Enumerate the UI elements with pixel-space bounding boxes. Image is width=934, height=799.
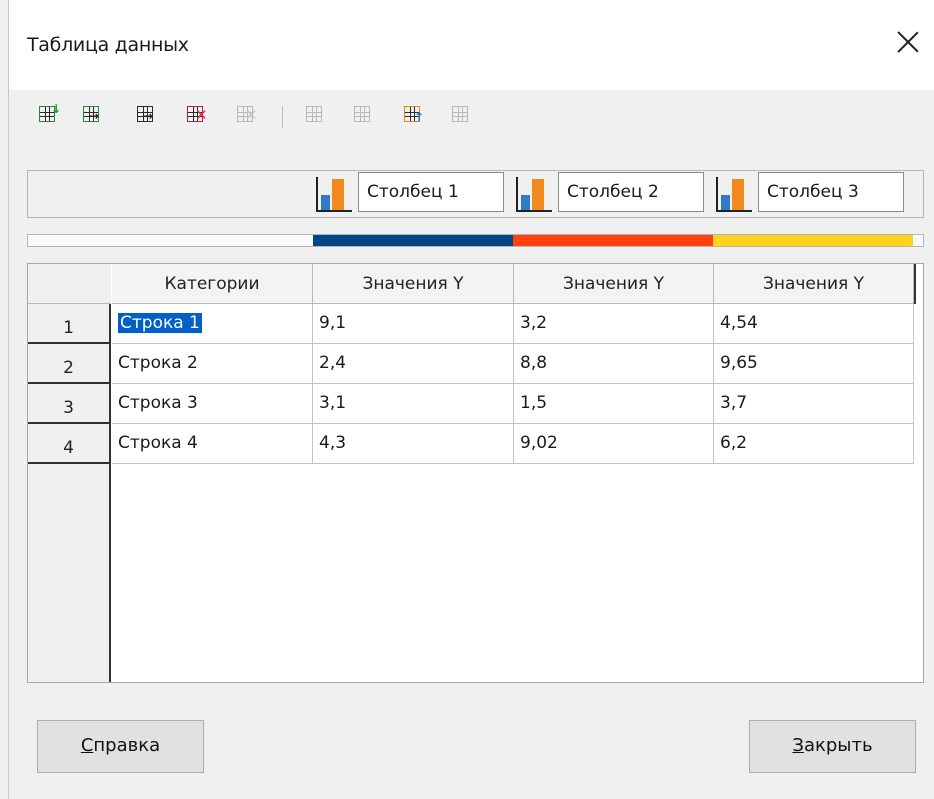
table-cell-value[interactable]: 4,54: [714, 304, 914, 344]
help-label: правка: [93, 735, 161, 756]
series-header-2: Столбец 2: [513, 171, 711, 217]
column-header-categories: Категории: [112, 264, 313, 304]
table-cell-value[interactable]: 9,1: [313, 304, 514, 344]
table-cell-value[interactable]: 3,7: [714, 384, 914, 424]
table-cell-value[interactable]: 8,8: [514, 344, 714, 384]
header-end-divider: [914, 264, 916, 304]
table-cell-value[interactable]: 6,2: [714, 424, 914, 464]
table-cell-value[interactable]: 3,1: [313, 384, 514, 424]
table-corner: [28, 264, 111, 304]
row-number: 2: [28, 344, 109, 384]
delete-series-icon[interactable]: ✕: [235, 103, 261, 129]
close-button[interactable]: Закрыть: [749, 720, 916, 773]
move-series-left-icon[interactable]: [450, 103, 476, 129]
title-bar: Таблица данных: [9, 0, 934, 90]
table-cell-value[interactable]: 3,2: [514, 304, 714, 344]
move-series-right-icon[interactable]: ↑: [402, 103, 428, 129]
dialog-title: Таблица данных: [27, 34, 189, 56]
insert-row-icon[interactable]: ↓: [37, 103, 63, 129]
table-cell-category[interactable]: Строка 3: [112, 384, 313, 424]
series-header-1: Столбец 1: [313, 171, 511, 217]
table-cell-category[interactable]: Строка 2: [112, 344, 313, 384]
row-number: 4: [28, 424, 109, 464]
column-header-y2: Значения Y: [514, 264, 714, 304]
close-label: акрыть: [803, 735, 873, 756]
table-cell-value[interactable]: 1,5: [514, 384, 714, 424]
series-name-input[interactable]: Столбец 1: [358, 172, 504, 212]
table-cell-category[interactable]: Строка 1: [112, 304, 313, 344]
column-header-y1: Значения Y: [313, 264, 514, 304]
row-number: 1: [28, 304, 109, 344]
series-name-input[interactable]: Столбец 3: [758, 172, 904, 212]
bar-chart-icon[interactable]: [513, 173, 555, 215]
help-button[interactable]: Справка: [37, 720, 204, 773]
window-left-edge: [0, 0, 9, 799]
data-table: Категории Значения Y Значения Y Значения…: [27, 263, 924, 683]
table-cell-value[interactable]: 9,65: [714, 344, 914, 384]
close-mnemonic: З: [792, 735, 804, 756]
insert-text-column-icon[interactable]: →: [135, 103, 161, 129]
table-cell-category[interactable]: Строка 4: [112, 424, 313, 464]
selected-cell-text: Строка 1: [118, 313, 202, 333]
series-color-bar-1: [313, 235, 513, 246]
column-header-y3: Значения Y: [714, 264, 914, 304]
bar-chart-icon[interactable]: [713, 173, 755, 215]
table-cell-value[interactable]: 9,02: [514, 424, 714, 464]
close-icon[interactable]: [896, 30, 920, 54]
table-cell-value[interactable]: 4,3: [313, 424, 514, 464]
table-cell-value[interactable]: 2,4: [313, 344, 514, 384]
insert-series-icon[interactable]: →: [81, 103, 107, 129]
help-mnemonic: С: [80, 735, 94, 756]
row-number: 3: [28, 384, 109, 424]
series-name-input[interactable]: Столбец 2: [558, 172, 704, 212]
toolbar-separator: [282, 106, 283, 128]
series-color-bar-3: [713, 235, 913, 246]
move-row-up-icon[interactable]: [352, 103, 378, 129]
move-row-down-icon[interactable]: [304, 103, 330, 129]
series-color-bar-2: [513, 235, 713, 246]
series-header-3: Столбец 3: [713, 171, 911, 217]
bar-chart-icon[interactable]: [313, 173, 355, 215]
delete-row-icon[interactable]: ✕: [185, 103, 211, 129]
